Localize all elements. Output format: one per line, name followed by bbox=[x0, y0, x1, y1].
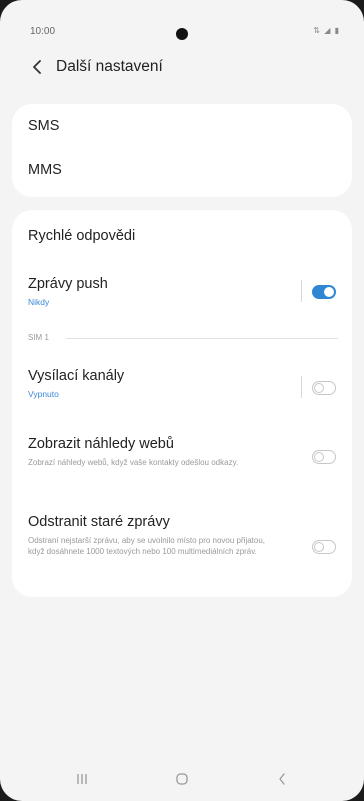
web-previews-desc: Zobrazí náhledy webů, když vaše kontakty… bbox=[28, 458, 239, 467]
page-title: Další nastavení bbox=[56, 58, 163, 75]
toggle-knob bbox=[314, 542, 324, 552]
phone-screen: 10:00 ⇅ ◢ ▮ Další nastavení SMS MMS Rych… bbox=[0, 0, 364, 801]
back-button[interactable] bbox=[28, 58, 46, 76]
list-item-label: MMS bbox=[28, 162, 62, 178]
settings-card: Rychlé odpovědi Zprávy push Nikdy SIM 1 … bbox=[12, 210, 352, 597]
delete-old-label: Odstranit staré zprávy bbox=[28, 514, 170, 530]
web-previews-label: Zobrazit náhledy webů bbox=[28, 436, 174, 452]
list-item-sms[interactable]: SMS bbox=[28, 118, 336, 134]
list-item-quick-replies[interactable]: Rychlé odpovědi bbox=[12, 210, 352, 260]
home-icon bbox=[176, 773, 188, 785]
toggle-knob bbox=[314, 383, 324, 393]
toggle-knob bbox=[314, 452, 324, 462]
divider bbox=[301, 376, 302, 398]
toggle-knob bbox=[324, 287, 334, 297]
delete-old-toggle[interactable] bbox=[312, 540, 336, 554]
section-divider bbox=[66, 338, 338, 339]
recent-apps-button[interactable] bbox=[62, 765, 102, 793]
list-item-web-previews[interactable]: Zobrazit náhledy webů Zobrazí náhledy we… bbox=[12, 422, 352, 494]
status-icons: ⇅ ◢ ▮ bbox=[313, 26, 340, 35]
broadcast-toggle[interactable] bbox=[312, 381, 336, 395]
broadcast-label: Vysílací kanály bbox=[28, 368, 125, 384]
divider bbox=[301, 280, 302, 302]
delete-old-desc: Odstraní nejstarší zprávu, aby se uvolni… bbox=[28, 536, 266, 556]
section-label-sim1: SIM 1 bbox=[28, 333, 49, 342]
broadcast-status: Vypnuto bbox=[28, 389, 59, 399]
list-item-push[interactable]: Zprávy push Nikdy bbox=[12, 262, 352, 318]
push-label: Zprávy push bbox=[28, 276, 108, 292]
quick-replies-label: Rychlé odpovědi bbox=[28, 228, 136, 244]
header: Další nastavení bbox=[0, 52, 364, 86]
list-item-label: SMS bbox=[28, 118, 60, 134]
chevron-left-icon bbox=[33, 60, 41, 74]
push-toggle[interactable] bbox=[312, 285, 336, 299]
web-previews-toggle[interactable] bbox=[312, 450, 336, 464]
back-icon bbox=[279, 773, 285, 785]
status-bar: 10:00 ⇅ ◢ ▮ bbox=[0, 0, 364, 48]
recent-apps-icon bbox=[77, 774, 87, 784]
home-button[interactable] bbox=[162, 765, 202, 793]
list-item-mms[interactable]: MMS bbox=[28, 162, 336, 178]
list-item-delete-old[interactable]: Odstranit staré zprávy Odstraní nejstarš… bbox=[12, 500, 352, 590]
messages-type-card: SMS MMS bbox=[12, 104, 352, 197]
navigation-bar bbox=[0, 757, 364, 801]
nav-back-button[interactable] bbox=[262, 765, 302, 793]
push-status: Nikdy bbox=[28, 297, 50, 307]
list-item-broadcast[interactable]: Vysílací kanály Vypnuto bbox=[12, 354, 352, 410]
status-time: 10:00 bbox=[30, 26, 56, 37]
camera-hole bbox=[176, 28, 188, 40]
